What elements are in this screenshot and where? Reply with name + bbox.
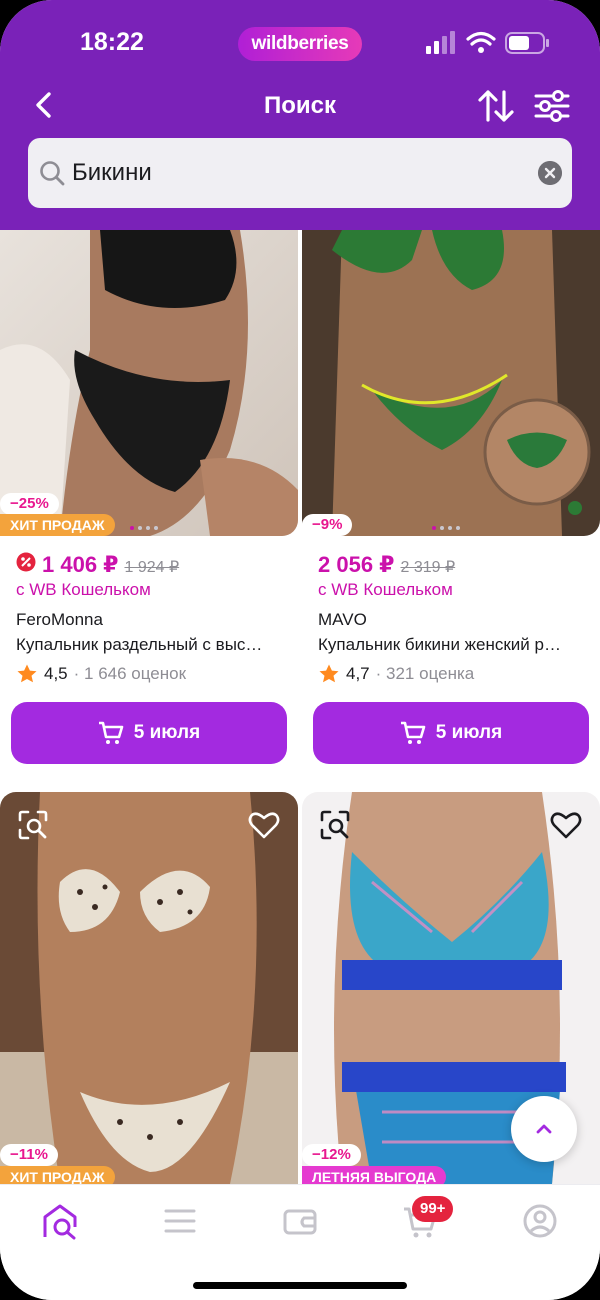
sort-icon[interactable] <box>476 88 516 124</box>
product-brand: FeroMonna <box>16 610 103 629</box>
product-card[interactable]: −9% 2 056 ₽ 2 319 ₽ с WB Кошельком MAVO … <box>302 230 600 780</box>
tab-catalog[interactable] <box>160 1201 200 1241</box>
rating-value: 4,5 <box>44 664 68 683</box>
tab-wallet[interactable] <box>280 1201 320 1241</box>
product-card[interactable]: −25% ХИТ ПРОДАЖ 1 406 ₽ 1 924 ₽ с WB Кош… <box>0 230 298 780</box>
rating-row: 4,7 · 321 оценка <box>318 663 474 685</box>
tab-profile[interactable] <box>520 1201 560 1241</box>
image-pager <box>130 526 158 530</box>
delivery-date: 5 июля <box>435 722 503 743</box>
discount-badge: −12% <box>302 1144 361 1166</box>
chevron-up-icon <box>536 1124 552 1134</box>
product-image[interactable] <box>302 230 600 536</box>
home-indicator <box>193 1282 407 1289</box>
product-title[interactable]: Купальник бикини женский р… <box>318 635 588 655</box>
search-icon <box>40 161 65 186</box>
status-icons <box>426 31 549 54</box>
hit-badge: ХИТ ПРОДАЖ <box>0 514 115 536</box>
price: 1 406 ₽ <box>42 552 119 577</box>
product-image[interactable] <box>0 230 298 536</box>
discount-badge: −25% <box>0 493 59 515</box>
cart-count-badge: 99+ <box>412 1196 454 1222</box>
wallet-note: с WB Кошельком <box>318 580 453 599</box>
heart-icon[interactable] <box>247 808 281 842</box>
star-icon <box>319 664 339 683</box>
delivery-date: 5 июля <box>133 722 201 743</box>
product-brand: MAVO <box>318 610 367 629</box>
scroll-top-button[interactable] <box>511 1096 577 1162</box>
old-price: 2 319 ₽ <box>400 559 456 576</box>
product-card[interactable]: −11% ХИТ ПРОДАЖ <box>0 792 298 1188</box>
price-row: 2 056 ₽ 2 319 ₽ <box>318 552 455 578</box>
add-to-cart-button[interactable]: 5 июля <box>313 702 589 764</box>
heart-icon[interactable] <box>549 808 583 842</box>
brand-pill: wildberries <box>238 27 362 61</box>
search-bar[interactable] <box>28 138 572 208</box>
add-to-cart-button[interactable]: 5 июля <box>11 702 287 764</box>
price: 2 056 ₽ <box>318 552 395 577</box>
header: 18:22 wildberries Поиск <box>0 0 600 230</box>
old-price: 1 924 ₽ <box>124 559 180 576</box>
price-row: 1 406 ₽ 1 924 ₽ <box>16 552 179 578</box>
discount-badge: −11% <box>0 1144 58 1166</box>
product-image[interactable] <box>0 792 298 1184</box>
clear-icon[interactable] <box>538 161 562 185</box>
reviews-count: · 1 646 оценок <box>73 664 187 683</box>
tab-home-search[interactable] <box>40 1201 80 1241</box>
status-time: 18:22 <box>80 28 144 56</box>
cart-icon <box>98 721 124 744</box>
star-icon <box>17 664 37 683</box>
search-input[interactable] <box>72 138 512 208</box>
product-title[interactable]: Купальник раздельный с выс… <box>16 635 286 655</box>
cart-icon <box>400 721 426 744</box>
image-pager <box>432 526 460 530</box>
filter-icon[interactable] <box>532 88 572 124</box>
image-search-icon[interactable] <box>318 808 352 842</box>
app-screen: 18:22 wildberries Поиск Бикини −25% ХИТ … <box>0 0 600 1300</box>
wallet-note: с WB Кошельком <box>16 580 151 599</box>
discount-badge: −9% <box>302 514 353 536</box>
reviews-count: · 321 оценка <box>375 664 475 683</box>
rating-row: 4,5 · 1 646 оценок <box>16 663 186 685</box>
rating-value: 4,7 <box>346 664 370 683</box>
wallet-discount-icon <box>16 552 36 572</box>
image-search-icon[interactable] <box>16 808 50 842</box>
